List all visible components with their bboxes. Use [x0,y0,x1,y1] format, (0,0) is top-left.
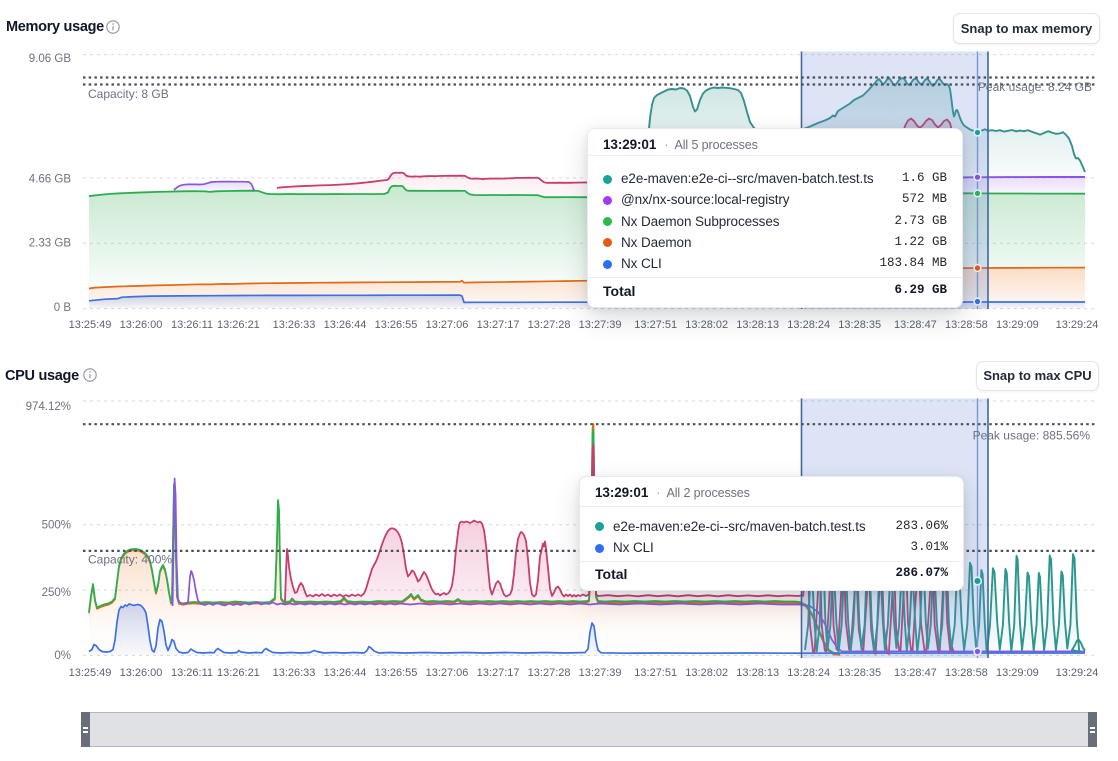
svg-text:974.12%: 974.12% [26,401,71,413]
svg-text:13:28:24: 13:28:24 [787,319,830,331]
svg-text:13:26:00: 13:26:00 [120,667,163,679]
svg-text:13:26:44: 13:26:44 [324,319,367,331]
svg-text:13:25:49: 13:25:49 [69,319,112,331]
svg-text:Peak usage: 8.24 GB: Peak usage: 8.24 GB [978,80,1092,94]
svg-text:2.33 GB: 2.33 GB [29,238,72,250]
svg-text:13:28:47: 13:28:47 [894,667,937,679]
svg-text:13:29:24: 13:29:24 [1056,667,1099,679]
svg-text:13:27:06: 13:27:06 [426,319,469,331]
svg-text:13:27:06: 13:27:06 [426,667,469,679]
svg-text:13:28:47: 13:28:47 [894,319,937,331]
svg-text:13:27:17: 13:27:17 [477,319,520,331]
svg-text:13:28:13: 13:28:13 [736,319,779,331]
svg-text:13:28:24: 13:28:24 [787,667,830,679]
svg-text:13:26:55: 13:26:55 [375,319,418,331]
svg-text:13:28:02: 13:28:02 [685,319,728,331]
svg-text:13:26:21: 13:26:21 [217,319,260,331]
svg-text:13:29:09: 13:29:09 [996,319,1039,331]
svg-text:13:27:39: 13:27:39 [579,667,622,679]
svg-text:13:26:00: 13:26:00 [120,319,163,331]
svg-text:250%: 250% [42,587,71,599]
svg-text:Peak usage: 885.56%: Peak usage: 885.56% [973,429,1091,443]
svg-text:0%: 0% [54,650,71,662]
svg-text:500%: 500% [42,520,71,532]
svg-text:13:26:33: 13:26:33 [273,319,316,331]
svg-text:13:29:09: 13:29:09 [996,667,1039,679]
svg-text:13:27:51: 13:27:51 [634,667,677,679]
svg-text:9.06 GB: 9.06 GB [29,53,72,65]
svg-text:13:28:35: 13:28:35 [838,667,881,679]
svg-text:13:27:17: 13:27:17 [477,667,520,679]
svg-text:13:28:02: 13:28:02 [685,667,728,679]
svg-text:13:28:35: 13:28:35 [838,319,881,331]
svg-text:13:26:44: 13:26:44 [324,667,367,679]
svg-text:13:28:13: 13:28:13 [736,667,779,679]
svg-text:13:27:39: 13:27:39 [579,319,622,331]
svg-text:13:25:49: 13:25:49 [69,667,112,679]
svg-text:13:26:21: 13:26:21 [217,667,260,679]
svg-text:13:26:11: 13:26:11 [171,319,213,331]
svg-text:13:29:24: 13:29:24 [1056,319,1099,331]
svg-text:13:26:33: 13:26:33 [273,667,316,679]
svg-text:Capacity: 400%: Capacity: 400% [88,553,172,567]
svg-text:4.66 GB: 4.66 GB [29,174,72,186]
svg-text:13:26:11: 13:26:11 [171,667,213,679]
svg-text:13:28:58: 13:28:58 [945,319,988,331]
svg-text:13:26:55: 13:26:55 [375,667,418,679]
svg-text:Capacity: 8 GB: Capacity: 8 GB [88,87,169,101]
svg-text:13:28:58: 13:28:58 [945,667,988,679]
svg-text:0 B: 0 B [54,302,72,314]
svg-text:13:27:28: 13:27:28 [528,667,571,679]
svg-text:13:27:28: 13:27:28 [528,319,571,331]
svg-text:13:27:51: 13:27:51 [634,319,677,331]
